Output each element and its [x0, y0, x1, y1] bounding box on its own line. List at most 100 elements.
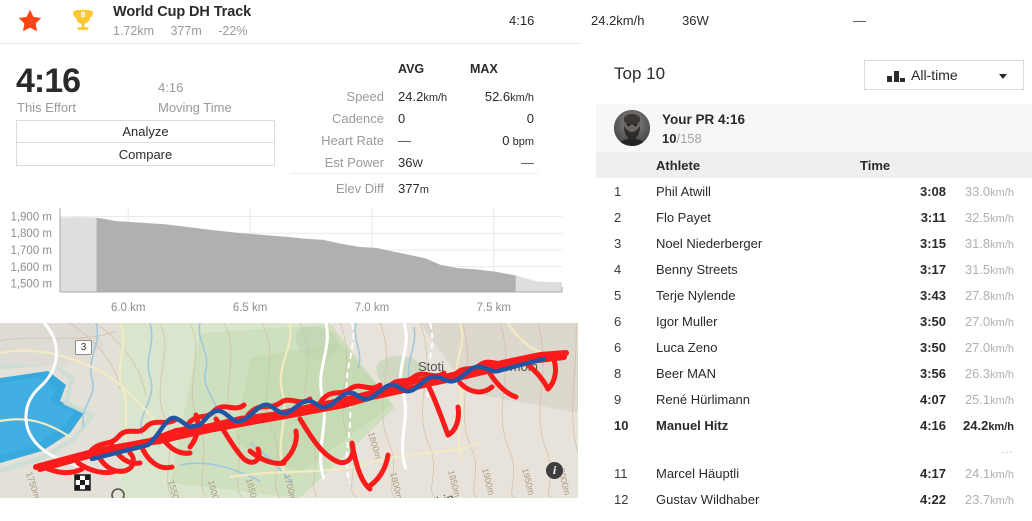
chart-y-tick-label: 1,700 m: [10, 245, 52, 257]
row-rank: 10: [614, 417, 629, 433]
stats-row-avg: 24.2km/h: [398, 88, 448, 104]
col-header-athlete: Athlete: [656, 152, 856, 178]
chart-x-tick-label: 7.5 km: [477, 302, 512, 314]
col-header-rank: [596, 152, 656, 178]
stats-blank-header: [290, 62, 398, 85]
avatar[interactable]: [614, 110, 650, 146]
leaderboard-header-row: Athlete Time: [596, 152, 1032, 178]
table-row[interactable]: 10 Manuel Hitz 4:16 24.2km/h: [596, 412, 1032, 438]
personal-record-label: Your PR 4:16: [662, 112, 746, 127]
table-row[interactable]: 12 Gustav Wildhaber 4:22 23.7km/h: [596, 486, 1032, 512]
effort-time-label: This Effort: [17, 100, 77, 115]
row-time: 3:43: [919, 287, 946, 303]
road-shield-marker: 3: [75, 340, 92, 355]
row-rank: 4: [614, 261, 622, 277]
row-speed: 23.7km/h: [964, 491, 1014, 507]
row-speed: 31.8km/h: [964, 235, 1014, 251]
analyze-button[interactable]: Analyze: [16, 120, 275, 143]
table-row[interactable]: 6 Igor Muller 3:50 27.0km/h: [596, 308, 1032, 334]
row-speed: 31.5km/h: [964, 261, 1014, 277]
stats-row: Cadence 0 0: [290, 107, 538, 129]
chart-x-tick-label: 7.0 km: [355, 302, 390, 314]
stats-row-avg: 0: [398, 110, 406, 126]
effort-time: 4:16: [16, 62, 81, 100]
segment-title[interactable]: World Cup DH Track: [113, 4, 251, 20]
table-row[interactable]: 9 René Hürlimann 4:07 25.1km/h: [596, 386, 1032, 412]
segment-distance: 1.72km: [113, 24, 154, 38]
chart-y-tick-label: 1,800 m: [10, 228, 52, 240]
table-row[interactable]: 5 Terje Nylende 3:43 27.8km/h: [596, 282, 1032, 308]
segment-meta: 1.72km 377m -22%: [113, 24, 260, 38]
compare-button[interactable]: Compare: [16, 143, 275, 166]
segment-effort-page: 8 World Cup DH Track 1.72km 377m -22% 4:…: [0, 0, 1032, 521]
row-time: 3:17: [919, 261, 946, 277]
row-athlete[interactable]: Luca Zeno: [656, 334, 856, 360]
row-speed: 33.0km/h: [964, 183, 1014, 199]
table-row[interactable]: 1 Phil Atwill 3:08 33.0km/h: [596, 178, 1032, 204]
pr-rank-value: 10: [662, 131, 677, 146]
chart-x-tick-label: 6.0 km: [111, 302, 146, 314]
row-athlete[interactable]: Benny Streets: [656, 256, 856, 282]
col-header-speed: [956, 152, 1032, 178]
row-athlete[interactable]: Phil Atwill: [656, 178, 856, 204]
table-row[interactable]: 8 Beer MAN 3:56 26.3km/h: [596, 360, 1032, 386]
star-icon[interactable]: [17, 8, 43, 34]
row-athlete[interactable]: Terje Nylende: [656, 282, 856, 308]
row-rank: 6: [614, 339, 622, 355]
leaderboard-filter-dropdown[interactable]: All-time: [864, 60, 1024, 90]
row-speed: 25.1km/h: [964, 391, 1014, 407]
chart-x-tick-label: 6.5 km: [233, 302, 268, 314]
row-athlete[interactable]: René Hürlimann: [656, 386, 856, 412]
row-athlete[interactable]: Igor Muller: [656, 308, 856, 334]
leaderboard-header: Top 10 All-time: [596, 44, 1032, 104]
table-row[interactable]: 4 Benny Streets 3:17 31.5km/h: [596, 256, 1032, 282]
gap-ellipsis: ...: [1000, 442, 1014, 456]
segment-elevation: 377m: [170, 24, 202, 38]
stats-row-max: 0 bpm: [502, 132, 534, 148]
row-athlete[interactable]: Noel Niederberger: [656, 230, 856, 256]
leaderboard-gap-row: ...: [596, 438, 1032, 460]
row-rank: 2: [614, 209, 622, 225]
leaderboard-filter-label: All-time: [911, 67, 958, 83]
row-time: 3:11: [920, 209, 946, 225]
stats-row-avg: —: [398, 132, 411, 148]
row-athlete[interactable]: Marcel Häuptli: [656, 460, 856, 486]
stats-row-label: Est Power: [324, 154, 384, 170]
row-athlete[interactable]: Flo Payet: [656, 204, 856, 230]
route-map[interactable]: 1550m 1600m 1650m 1700m 1750m 1800m 1800…: [0, 323, 578, 498]
stats-row: Est Power 36W —: [290, 151, 538, 174]
row-speed: 26.3km/h: [964, 365, 1014, 381]
stats-row-label: Speed: [346, 88, 384, 104]
table-row[interactable]: 6 Luca Zeno 3:50 27.0km/h: [596, 334, 1032, 360]
table-row[interactable]: 2 Flo Payet 3:11 32.5km/h: [596, 204, 1032, 230]
stats-row-max: —: [521, 154, 534, 170]
header-stat-heartrate: —: [853, 13, 866, 28]
stats-max-header: MAX: [470, 62, 498, 76]
table-row[interactable]: 11 Marcel Häuptli 4:17 24.1km/h: [596, 460, 1032, 486]
stats-row-max: 0: [526, 110, 534, 126]
stats-row-label: Heart Rate: [321, 132, 384, 148]
personal-record-rank: 10/158: [662, 131, 702, 146]
segment-header: 8 World Cup DH Track 1.72km 377m -22%: [0, 0, 580, 44]
row-athlete[interactable]: Gustav Wildhaber: [656, 486, 856, 512]
chart-y-tick-label: 1,600 m: [10, 262, 52, 274]
row-rank: 9: [614, 391, 622, 407]
row-rank: 11: [614, 465, 628, 481]
row-time: 4:07: [919, 391, 946, 407]
leaderboard-table: Athlete Time 1 Phil Atwill 3:08 33.0km/h 2 Fl…: [596, 152, 1032, 512]
header-stat-power: 36W: [682, 13, 709, 28]
chart-y-tick-label: 1,900 m: [10, 211, 52, 223]
moving-time-value: 4:16: [158, 80, 184, 95]
row-athlete[interactable]: Beer MAN: [656, 360, 856, 386]
chart-area-selected: [96, 217, 516, 292]
elevation-chart[interactable]: 1,900 m 1,800 m 1,700 m 1,600 m 1,500 m 6.0 k…: [0, 200, 580, 322]
row-speed: 24.1km/h: [964, 465, 1014, 481]
row-speed: 24.2km/h: [963, 417, 1014, 433]
table-row[interactable]: 3 Noel Niederberger 3:15 31.8km/h: [596, 230, 1032, 256]
row-athlete[interactable]: Manuel Hitz: [656, 412, 856, 438]
personal-record-row[interactable]: Your PR 4:16 10/158: [596, 104, 1032, 152]
stats-row-avg: 377m: [398, 173, 470, 200]
row-rank: 8: [614, 365, 622, 381]
map-info-button[interactable]: i: [546, 462, 563, 479]
stats-row: Heart Rate — 0 bpm: [290, 129, 538, 151]
